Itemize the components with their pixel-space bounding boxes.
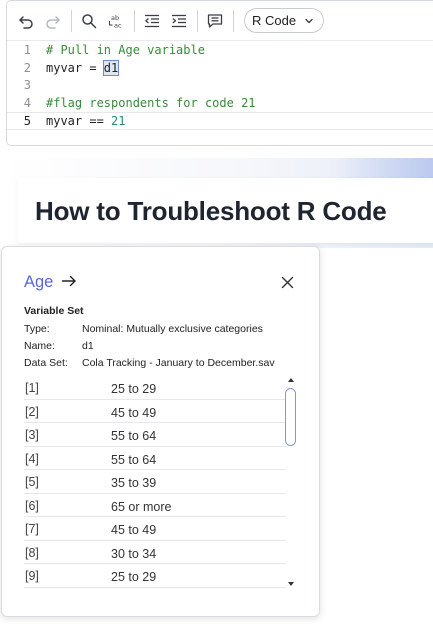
replace-icon-text-bottom: ac xyxy=(114,21,122,29)
editor-toolbar: ab ac R Code xyxy=(7,1,433,41)
meta-dataset: Data Set: Cola Tracking - January to Dece… xyxy=(24,357,275,369)
meta-value: Cola Tracking - January to December.sav xyxy=(82,357,275,369)
meta-type: Type: Nominal: Mutually exclusive categor… xyxy=(24,323,263,335)
language-select[interactable]: R Code xyxy=(244,8,324,33)
value-index: [7] xyxy=(25,522,39,536)
scroll-up-icon[interactable] xyxy=(287,376,295,384)
undo-icon xyxy=(19,15,33,29)
comment-icon xyxy=(207,13,223,28)
code-line-active[interactable]: 5 myvar == 21 xyxy=(7,112,433,130)
code-line[interactable]: 1 # Pull in Age variable xyxy=(7,42,433,60)
line-number: 4 xyxy=(23,95,31,110)
code-line[interactable]: 2 myvar = d1 xyxy=(7,59,433,78)
value-index: [5] xyxy=(25,475,39,489)
scrollbar-thumb[interactable] xyxy=(285,388,296,446)
search-icon xyxy=(82,13,97,28)
value-label: 35 to 39 xyxy=(111,476,157,490)
line-number: 5 xyxy=(23,114,31,128)
variable-link[interactable]: Age xyxy=(24,273,77,292)
value-index: [6] xyxy=(25,498,39,513)
value-label: 45 to 49 xyxy=(111,523,157,537)
search-button[interactable] xyxy=(78,10,100,32)
meta-name: Name: d1 xyxy=(24,340,94,352)
code-text: myvar = xyxy=(46,60,104,75)
list-item: [3] 55 to 64 xyxy=(24,423,286,447)
list-item: [4] 55 to 64 xyxy=(24,447,286,470)
code-comment: #flag respondents for code 21 xyxy=(46,95,256,110)
code-number: 21 xyxy=(111,114,126,128)
scroll-down-icon[interactable] xyxy=(287,580,295,588)
outdent-button[interactable] xyxy=(141,10,163,32)
value-index: [3] xyxy=(25,428,39,442)
chevron-down-icon xyxy=(305,18,313,23)
meta-key: Data Set: xyxy=(24,357,68,369)
highlighted-variable[interactable]: d1 xyxy=(102,59,120,76)
close-button[interactable] xyxy=(278,273,296,291)
toolbar-separator xyxy=(197,9,198,32)
code-area[interactable]: 1 # Pull in Age variable 2 myvar = d1 3 … xyxy=(7,41,433,130)
code-line[interactable]: 4 #flag respondents for code 21 xyxy=(7,95,433,113)
list-item: [9] 25 to 29 xyxy=(24,564,286,588)
value-label: 55 to 64 xyxy=(111,452,157,467)
list-item: [8] 30 to 34 xyxy=(24,541,286,564)
page-title: How to Troubleshoot R Code xyxy=(35,196,387,226)
header-accent xyxy=(334,158,433,178)
arrow-right-icon[interactable] xyxy=(61,274,77,292)
toolbar-separator xyxy=(71,9,72,32)
comment-button[interactable] xyxy=(204,10,226,32)
line-number: 2 xyxy=(23,60,31,75)
replace-icon: ab ac xyxy=(109,14,122,29)
meta-key: Name: xyxy=(24,340,55,352)
code-editor-panel: ab ac R Code 1 # Pull in Age variable 2 xyxy=(6,0,433,146)
list-item: [5] 35 to 39 xyxy=(24,470,286,494)
value-label: 55 to 64 xyxy=(111,429,157,443)
section-heading: Variable Set xyxy=(24,305,84,317)
outdent-icon xyxy=(145,14,159,27)
value-label: 25 to 29 xyxy=(111,570,157,584)
toolbar-separator xyxy=(134,9,135,32)
value-label: 65 or more xyxy=(111,499,172,514)
list-item: [7] 45 to 49 xyxy=(24,517,286,541)
line-number: 3 xyxy=(23,78,31,92)
close-icon xyxy=(281,276,293,288)
value-index: [8] xyxy=(25,545,39,560)
value-label: 25 to 29 xyxy=(111,382,157,396)
redo-button[interactable] xyxy=(42,10,64,32)
list-item: [6] 65 or more xyxy=(24,494,286,517)
meta-key: Type: xyxy=(24,323,50,335)
value-index: [2] xyxy=(25,404,39,419)
indent-button[interactable] xyxy=(168,10,190,32)
toolbar-separator xyxy=(233,9,234,32)
value-label: 30 to 34 xyxy=(111,546,157,561)
value-index: [9] xyxy=(25,569,39,583)
line-number: 1 xyxy=(23,43,31,57)
meta-value: Nominal: Mutually exclusive categories xyxy=(82,323,263,335)
indent-icon xyxy=(172,14,186,27)
code-comment: # Pull in Age variable xyxy=(46,43,205,57)
values-list[interactable]: [1] 25 to 29 [2] 45 to 49 [3] 55 to 64 [4] 5… xyxy=(24,376,286,588)
value-index: [4] xyxy=(25,451,39,466)
variable-name[interactable]: Age xyxy=(24,273,53,292)
undo-button[interactable] xyxy=(15,10,37,32)
variable-info-popover: Age Variable Set Type: Nominal: Mutually … xyxy=(1,246,320,617)
replace-button[interactable]: ab ac xyxy=(105,10,127,32)
value-label: 45 to 49 xyxy=(111,405,157,420)
value-index: [1] xyxy=(25,381,39,395)
language-select-value: R Code xyxy=(252,13,297,28)
list-item: [2] 45 to 49 xyxy=(24,400,286,423)
redo-icon xyxy=(46,15,60,29)
code-text: myvar == xyxy=(46,114,112,128)
list-item: [1] 25 to 29 xyxy=(24,376,286,400)
meta-value: d1 xyxy=(82,340,94,352)
code-line[interactable]: 3 xyxy=(7,77,433,95)
